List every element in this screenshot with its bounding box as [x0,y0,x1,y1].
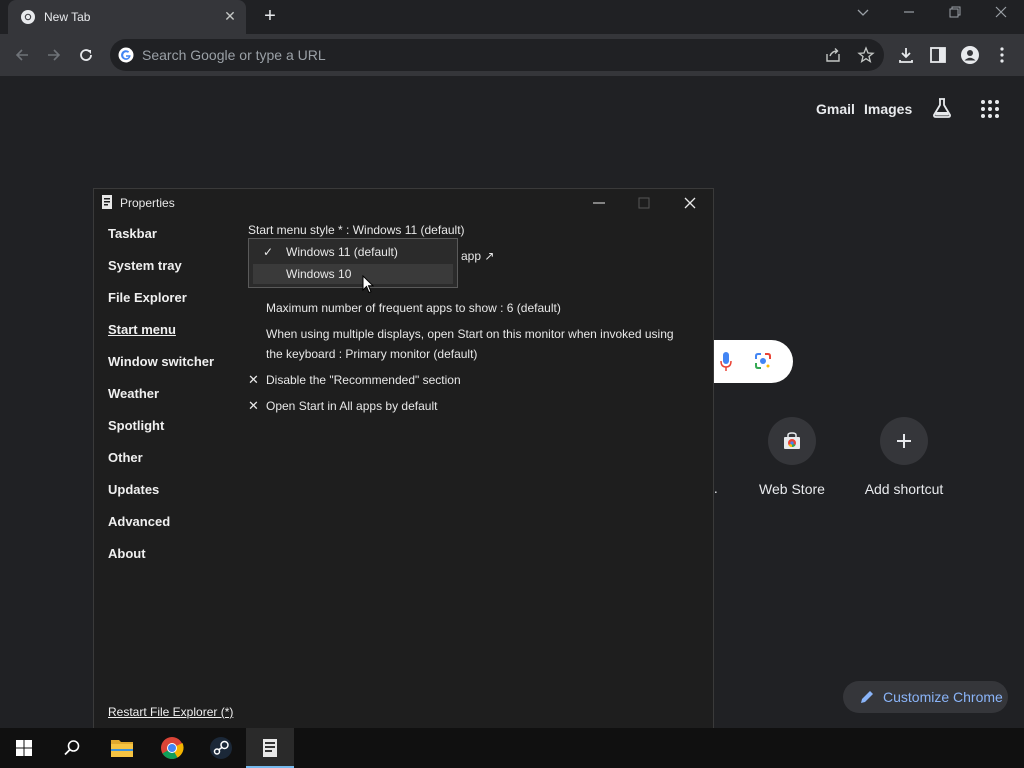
nav-item-system-tray[interactable]: System tray [108,258,182,273]
images-link[interactable]: Images [864,101,912,117]
customize-chrome-label: Customize Chrome [883,689,1003,705]
nav-item-spotlight[interactable]: Spotlight [108,418,164,433]
search-icon [64,740,80,756]
checkmark-icon: ✓ [263,245,274,259]
properties-app-icon [102,195,112,209]
minimize-icon[interactable] [897,4,921,26]
multi-display-setting-line2[interactable]: the keyboard : Primary monitor (default) [266,344,477,364]
shortcut-web-store[interactable]: Web Store [747,417,837,497]
start-menu-style-setting[interactable]: Start menu style * : Windows 11 (default… [248,220,465,240]
side-panel-icon[interactable] [928,45,948,65]
nav-item-start-menu[interactable]: Start menu [108,322,176,337]
web-store-icon [784,432,800,449]
restore-icon[interactable] [943,4,967,26]
omnibox-placeholder: Search Google or type a URL [142,47,326,63]
mouse-cursor-icon [362,275,374,294]
chrome-icon [161,737,184,759]
dropdown-option-label: Windows 10 [286,267,352,281]
voice-search-icon[interactable] [720,352,732,372]
tab-strip: New Tab ✕ + [0,0,1024,34]
taskbar-file-explorer[interactable] [98,728,146,768]
nav-item-weather[interactable]: Weather [108,386,159,401]
shortcut-circle [768,417,816,465]
properties-window-title: Properties [120,196,175,210]
obscured-setting-fragment[interactable]: app ↗ [461,249,494,263]
checked-x-icon[interactable]: ✕ [248,372,259,388]
apps-grid-icon[interactable] [980,99,1000,119]
plus-icon [897,434,911,448]
nav-item-window-switcher[interactable]: Window switcher [108,354,214,369]
open-all-apps-setting[interactable]: Open Start in All apps by default [266,396,437,416]
folder-icon [111,740,133,757]
multi-display-setting-line1[interactable]: When using multiple displays, open Start… [266,324,674,344]
download-icon[interactable] [896,45,916,65]
browser-toolbar: Search Google or type a URL [0,34,1024,76]
shortcut-add[interactable]: Add shortcut [859,417,949,497]
start-button[interactable] [0,728,48,768]
dropdown-option-windows-11[interactable]: ✓ Windows 11 (default) [253,242,453,262]
windows-taskbar [0,728,1024,768]
nav-item-other[interactable]: Other [108,450,143,465]
disable-recommended-setting[interactable]: Disable the "Recommended" section [266,370,461,390]
reload-icon[interactable] [74,43,98,67]
max-frequent-apps-setting[interactable]: Maximum number of frequent apps to show … [266,298,561,318]
profile-icon[interactable] [960,45,980,65]
taskbar-properties[interactable] [246,728,294,768]
props-minimize-icon[interactable] [587,193,611,213]
bookmark-star-icon[interactable] [857,46,875,64]
pencil-icon [861,691,873,703]
checked-x-icon[interactable]: ✕ [248,398,259,414]
nav-item-updates[interactable]: Updates [108,482,159,497]
back-icon[interactable] [10,43,34,67]
nav-item-taskbar[interactable]: Taskbar [108,226,157,241]
forward-icon[interactable] [42,43,66,67]
tab-close-icon[interactable]: ✕ [222,8,238,24]
shortcut-label: Web Store [759,481,825,497]
close-window-icon[interactable] [989,4,1013,26]
shortcut-circle [880,417,928,465]
labs-flask-icon[interactable] [931,97,953,119]
dropdown-option-label: Windows 11 (default) [286,245,398,259]
taskbar-search-button[interactable] [48,728,96,768]
gmail-link[interactable]: Gmail [816,101,855,117]
lens-search-icon[interactable] [754,352,772,370]
properties-app-icon [263,739,277,757]
steam-icon [210,737,232,759]
tab-search-icon[interactable] [851,4,875,26]
shortcut-label: Add shortcut [864,481,944,497]
windows-logo-icon [16,740,32,756]
nav-item-about[interactable]: About [108,546,146,561]
restart-file-explorer-link[interactable]: Restart File Explorer (*) [108,705,233,719]
props-close-icon[interactable] [678,193,702,213]
dropdown-option-windows-10[interactable]: Windows 10 [253,264,453,284]
taskbar-steam[interactable] [197,728,245,768]
start-menu-style-dropdown: ✓ Windows 11 (default) Windows 10 [248,238,458,288]
more-menu-icon[interactable] [992,45,1012,65]
google-icon [118,47,134,63]
omnibox[interactable]: Search Google or type a URL [110,39,884,71]
new-tab-button[interactable]: + [258,5,282,29]
share-icon[interactable] [824,46,842,64]
chrome-icon [21,10,35,24]
tab-new-tab[interactable]: New Tab ✕ [8,0,246,34]
props-maximize-icon [632,193,656,213]
nav-item-advanced[interactable]: Advanced [108,514,170,529]
tab-title: New Tab [44,10,91,24]
taskbar-chrome[interactable] [148,728,196,768]
customize-chrome-button[interactable]: Customize Chrome [843,681,1008,713]
nav-item-file-explorer[interactable]: File Explorer [108,290,187,305]
